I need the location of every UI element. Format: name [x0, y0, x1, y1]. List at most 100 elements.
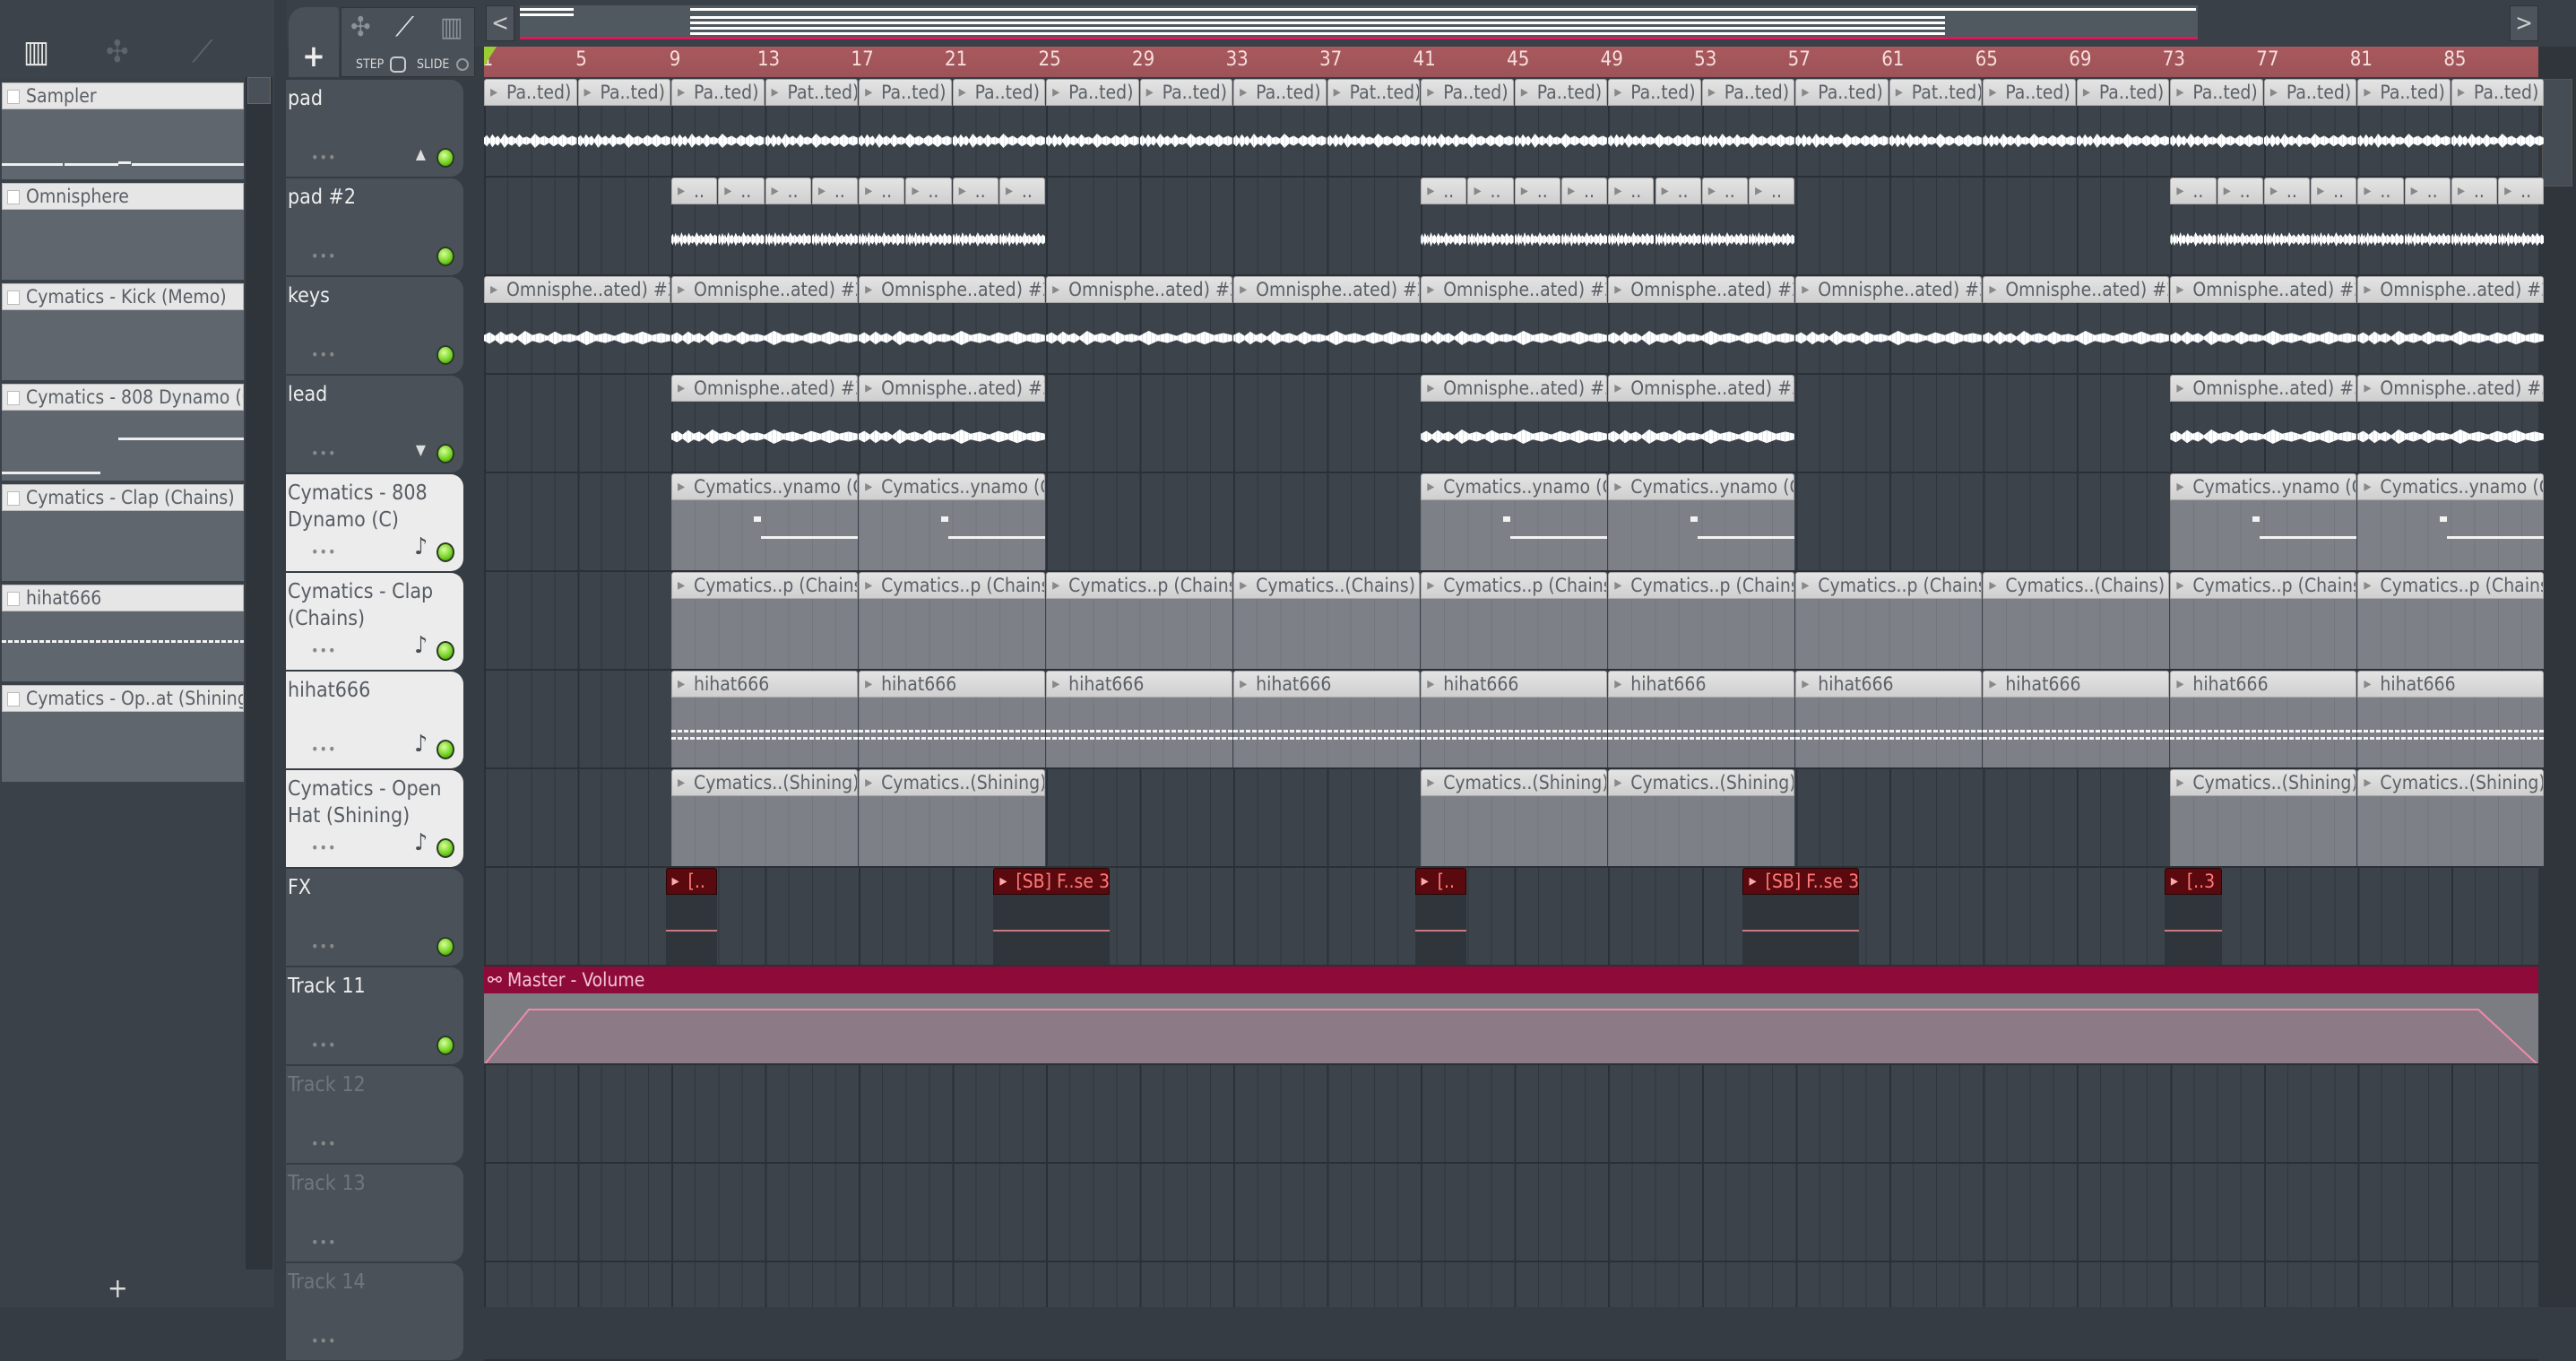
clip[interactable]: Pa..ted) — [2357, 79, 2451, 176]
clip[interactable]: Cymatics..ynamo (C) — [2170, 473, 2357, 570]
track-options-icon[interactable]: ••• — [311, 247, 336, 264]
timeline-ruler[interactable]: 1 5 9 13 17 21 25 29 33 37 41 45 49 53 57 61 65 69 73 77 81 8… — [484, 47, 2538, 77]
track-options-icon[interactable]: ••• — [311, 1036, 336, 1053]
clip[interactable]: Omnisphe..ated) #2 — [1795, 276, 1983, 373]
track-options-icon[interactable]: ••• — [311, 642, 336, 659]
clip[interactable]: Omnisphe..ated) #2 — [484, 276, 671, 373]
channel-item[interactable]: hihat666 — [2, 585, 244, 681]
track-header[interactable]: hihat666 ••• ♪ — [286, 672, 463, 768]
clip[interactable]: Cymatics..(Shining) — [1608, 769, 1795, 866]
clip[interactable]: Pa..ted) — [1421, 79, 1514, 176]
clip[interactable]: Omnisphe..ated) #3 — [2357, 375, 2545, 472]
clip[interactable]: Pat..ted) — [1327, 79, 1421, 176]
track-enable-led[interactable] — [437, 345, 454, 365]
channel-scrollbar[interactable] — [246, 77, 272, 1270]
clip[interactable]: .. — [1608, 178, 1655, 274]
move-down-icon[interactable]: ▼ — [416, 441, 426, 458]
clip[interactable]: Omnisphe..ated) #2 — [2357, 276, 2545, 373]
clip[interactable]: .. — [1467, 178, 1514, 274]
channel-item[interactable]: Cymatics - Kick (Memo) — [2, 283, 244, 380]
move-up-icon[interactable]: ▲ — [416, 145, 426, 162]
clip[interactable]: [SB] F..se 3 — [993, 868, 1110, 965]
track-header[interactable]: Cymatics - Open Hat (Shining) ••• ♪ — [286, 770, 463, 867]
clip[interactable]: Omnisphe..ated) #2 — [859, 276, 1046, 373]
track-header[interactable]: Track 14 ••• — [286, 1263, 463, 1360]
clip[interactable]: .. — [2357, 178, 2404, 274]
clip[interactable]: .. — [811, 178, 859, 274]
track-options-icon[interactable]: ••• — [311, 543, 336, 560]
channel-name-button[interactable]: Omnisphere — [2, 183, 244, 210]
audio-wave-icon[interactable]: ✣ — [106, 34, 129, 70]
clip[interactable]: Pa..ted) — [1046, 79, 1139, 176]
channel-item[interactable]: Sampler — [2, 82, 244, 179]
clip[interactable]: Pa..ted) — [1795, 79, 1889, 176]
clip[interactable]: .. — [671, 178, 718, 274]
clip[interactable]: Cymatics..ynamo (C) — [1608, 473, 1795, 570]
clip[interactable]: Cymatics..p (Chains) — [1046, 572, 1233, 669]
clip[interactable]: Cymatics..ynamo (C) — [2357, 473, 2545, 570]
clip[interactable]: Omnisphe..ated) #2 — [1983, 276, 2170, 373]
track-enable-led[interactable] — [437, 641, 454, 661]
add-channel-button[interactable]: + — [108, 1273, 128, 1305]
clip[interactable]: Pa..ted) — [1139, 79, 1233, 176]
clip[interactable]: Pa..ted) — [1983, 79, 2076, 176]
clip[interactable]: hihat666 — [1046, 671, 1233, 767]
clip[interactable]: Cymatics..(Shining) — [2170, 769, 2357, 866]
slide-toggle[interactable] — [456, 58, 469, 71]
clip[interactable]: Cymatics..ynamo (C) — [859, 473, 1046, 570]
track-options-icon[interactable]: ••• — [311, 346, 336, 363]
track-header[interactable]: lead ••• ▼ — [286, 376, 463, 472]
track-options-icon[interactable]: ••• — [311, 938, 336, 955]
clip[interactable]: [SB] F..se 3 — [1742, 868, 1860, 965]
clip[interactable]: .. — [2170, 178, 2217, 274]
playlist-grid[interactable]: Pa..ted)Pa..ted)Pa..ted)Pat..ted)Pa..ted… — [484, 79, 2545, 1361]
clip[interactable]: .. — [2498, 178, 2545, 274]
clip[interactable]: Pa..ted) — [2451, 79, 2545, 176]
clip[interactable]: .. — [2217, 178, 2263, 274]
clip[interactable]: Cymatics..p (Chains) — [2170, 572, 2357, 669]
clip[interactable]: Pa..ted) — [577, 79, 671, 176]
track-enable-led[interactable] — [437, 148, 454, 168]
track-header[interactable]: pad ••• ▲ — [286, 80, 463, 177]
pattern-clip-icon[interactable]: ▥ — [440, 12, 463, 43]
track-options-icon[interactable]: ••• — [311, 1332, 336, 1349]
clip[interactable]: Cymatics..(Shining) — [859, 769, 1046, 866]
clip[interactable]: Cymatics..p (Chains) — [1608, 572, 1795, 669]
clip[interactable]: Pat..ted) — [765, 79, 859, 176]
clip[interactable]: Pa..ted) — [1701, 79, 1795, 176]
channel-item[interactable]: Cymatics - Op..at (Shining) — [2, 685, 244, 782]
scroll-left-button[interactable]: < — [486, 5, 514, 41]
clip[interactable]: .. — [718, 178, 765, 274]
channel-name-button[interactable]: Sampler — [2, 82, 244, 109]
clip[interactable]: hihat666 — [2170, 671, 2357, 767]
clip[interactable]: .. — [859, 178, 905, 274]
clip[interactable]: Pa..ted) — [859, 79, 952, 176]
track-options-icon[interactable]: ••• — [311, 149, 336, 166]
clip[interactable]: Cymatics..p (Chains) — [859, 572, 1046, 669]
clip[interactable]: .. — [1421, 178, 1467, 274]
piano-roll-icon[interactable]: ▥ — [23, 34, 49, 70]
clip[interactable]: Omnisphe..ated) #3 — [1421, 375, 1608, 472]
clip[interactable]: Cymatics..p (Chains) — [1795, 572, 1983, 669]
track-enable-led[interactable] — [437, 937, 454, 957]
playhead-marker[interactable] — [484, 47, 497, 66]
clip[interactable]: hihat666 — [2357, 671, 2545, 767]
clip[interactable]: Omnisphe..ated) #2 — [1233, 276, 1421, 373]
track-enable-led[interactable] — [437, 247, 454, 266]
clip[interactable]: hihat666 — [671, 671, 859, 767]
clip[interactable]: [.. — [1414, 868, 1467, 965]
automation-icon[interactable]: ⟋ — [192, 34, 213, 70]
clip[interactable]: Pat..ted) — [1889, 79, 1983, 176]
clip[interactable]: Cymatics..p (Chains) — [1421, 572, 1608, 669]
clip[interactable]: Omnisphe..ated) #2 — [2170, 276, 2357, 373]
clip[interactable]: [.. — [665, 868, 718, 965]
automation-clip-icon[interactable]: ⟋ — [395, 12, 414, 43]
clip[interactable]: Cymatics..p (Chains) — [671, 572, 859, 669]
clip[interactable]: Pa..ted) — [671, 79, 765, 176]
track-options-icon[interactable]: ••• — [311, 1234, 336, 1251]
clip[interactable]: hihat666 — [1608, 671, 1795, 767]
clip[interactable]: Pa..ted) — [1608, 79, 1701, 176]
clip[interactable]: Omnisphe..ated) #3 — [671, 375, 859, 472]
channel-item[interactable]: Omnisphere — [2, 183, 244, 280]
clip[interactable]: .. — [1655, 178, 1701, 274]
